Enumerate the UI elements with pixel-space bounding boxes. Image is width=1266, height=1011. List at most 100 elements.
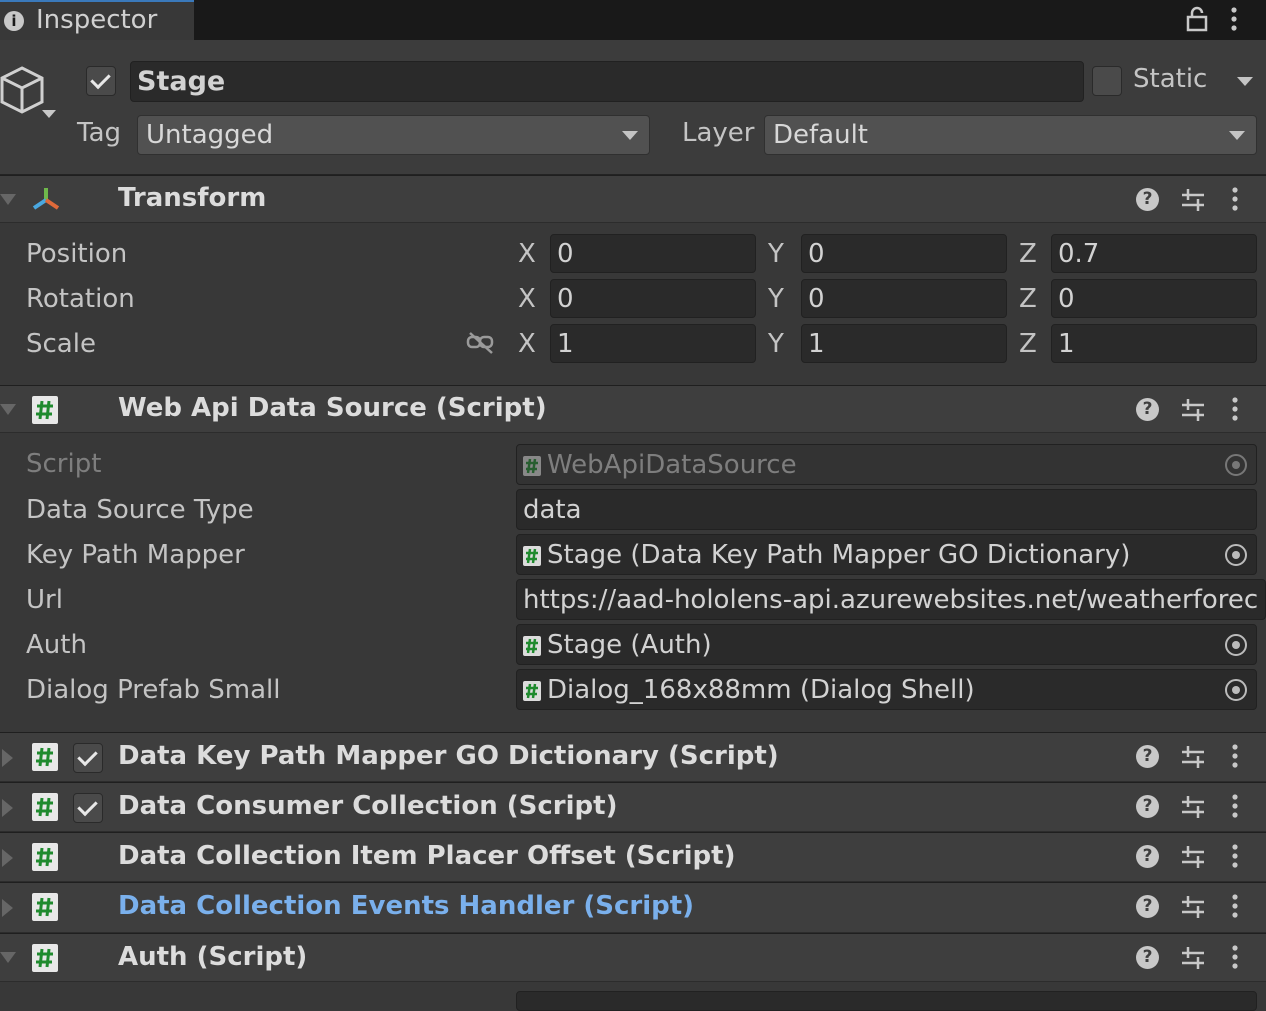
active-checkbox[interactable]: [86, 66, 116, 96]
url-field[interactable]: https://aad-hololens-api.azurewebsites.n…: [516, 579, 1266, 620]
fold-arrow-icon[interactable]: [2, 799, 13, 817]
position-x-value: 0: [557, 239, 574, 269]
layer-label: Layer: [682, 118, 755, 148]
presets-icon[interactable]: [1180, 743, 1206, 778]
position-z-field[interactable]: 0.7: [1051, 234, 1257, 273]
axis-y-label: Y: [768, 329, 784, 359]
presets-icon[interactable]: [1180, 793, 1206, 828]
chevron-down-icon: [1229, 131, 1245, 140]
script-icon: [523, 635, 541, 656]
rotation-y-field[interactable]: 0: [801, 279, 1007, 318]
script-field: WebApiDataSource: [516, 444, 1257, 485]
help-icon[interactable]: ?: [1136, 398, 1159, 421]
scale-x-field[interactable]: 1: [550, 324, 756, 363]
axis-y-label: Y: [768, 284, 784, 314]
object-picker-icon[interactable]: [1225, 544, 1247, 566]
dialog-prefab-small-value: Dialog_168x88mm (Dialog Shell): [547, 675, 975, 705]
fold-arrow-icon[interactable]: [2, 899, 13, 917]
component-menu-icon[interactable]: [1230, 793, 1240, 828]
axis-z-label: Z: [1019, 329, 1037, 359]
component-title: Data Collection Events Handler (Script): [118, 891, 695, 921]
fold-arrow-icon[interactable]: [2, 749, 13, 767]
data-source-type-field[interactable]: data: [516, 489, 1257, 530]
component-menu-icon[interactable]: [1230, 893, 1240, 928]
axis-z-label: Z: [1019, 239, 1037, 269]
position-z-value: 0.7: [1058, 239, 1100, 269]
component-title: Transform: [118, 183, 267, 213]
help-icon[interactable]: ?: [1136, 845, 1159, 868]
position-y-field[interactable]: 0: [801, 234, 1007, 273]
component-menu-icon[interactable]: [1230, 396, 1240, 431]
rotation-y-value: 0: [808, 284, 825, 314]
tag-dropdown[interactable]: Untagged: [137, 115, 650, 155]
component-header-consumer-collection[interactable]: Data Consumer Collection (Script) ?: [0, 782, 1266, 832]
layer-dropdown[interactable]: Default: [764, 115, 1257, 155]
component-header-item-placer-offset[interactable]: Data Collection Item Placer Offset (Scri…: [0, 832, 1266, 882]
fold-arrow-icon[interactable]: [0, 194, 16, 205]
presets-icon[interactable]: [1180, 944, 1206, 979]
position-x-field[interactable]: 0: [550, 234, 756, 273]
fold-arrow-icon[interactable]: [0, 404, 16, 415]
data-source-type-label: Data Source Type: [26, 495, 254, 525]
gameobject-header: Stage Static Tag Untagged Layer Default: [0, 40, 1266, 176]
fold-arrow-icon[interactable]: [0, 952, 16, 963]
static-label: Static: [1133, 64, 1208, 94]
presets-icon[interactable]: [1180, 396, 1206, 431]
component-header-auth[interactable]: Auth (Script) ?: [0, 933, 1266, 982]
info-icon: i: [4, 11, 24, 31]
axis-x-label: X: [518, 239, 536, 269]
layer-value: Default: [773, 120, 868, 150]
auth-body-field[interactable]: [516, 991, 1257, 1011]
constrain-proportions-icon[interactable]: [466, 331, 496, 362]
tag-value: Untagged: [146, 120, 274, 150]
scale-y-field[interactable]: 1: [801, 324, 1007, 363]
help-icon[interactable]: ?: [1136, 745, 1159, 768]
component-menu-icon[interactable]: [1230, 743, 1240, 778]
help-icon[interactable]: ?: [1136, 946, 1159, 969]
object-picker-icon[interactable]: [1225, 679, 1247, 701]
data-source-type-value: data: [523, 495, 582, 525]
static-dropdown-icon[interactable]: [1237, 77, 1253, 86]
rotation-x-value: 0: [557, 284, 574, 314]
help-icon[interactable]: ?: [1136, 795, 1159, 818]
rotation-z-field[interactable]: 0: [1051, 279, 1257, 318]
scale-z-field[interactable]: 1: [1051, 324, 1257, 363]
component-menu-icon[interactable]: [1230, 843, 1240, 878]
presets-icon[interactable]: [1180, 186, 1206, 221]
transform-header[interactable]: Transform ?: [0, 175, 1266, 223]
help-icon[interactable]: ?: [1136, 895, 1159, 918]
static-checkbox[interactable]: [1092, 66, 1122, 96]
enabled-checkbox[interactable]: [73, 743, 103, 773]
component-title: Data Consumer Collection (Script): [118, 791, 618, 821]
component-menu-icon[interactable]: [1230, 186, 1240, 221]
script-icon: [32, 893, 58, 921]
webapi-body: Script WebApiDataSource Data Source Type…: [0, 433, 1266, 731]
lock-icon[interactable]: [1186, 6, 1208, 39]
url-label: Url: [26, 585, 63, 615]
scale-z-value: 1: [1058, 329, 1075, 359]
tab-inspector[interactable]: i Inspector: [0, 0, 194, 41]
fold-arrow-icon[interactable]: [2, 849, 13, 867]
rotation-x-field[interactable]: 0: [550, 279, 756, 318]
auth-field[interactable]: Stage (Auth): [516, 624, 1257, 665]
key-path-mapper-field[interactable]: Stage (Data Key Path Mapper GO Dictionar…: [516, 534, 1257, 575]
presets-icon[interactable]: [1180, 843, 1206, 878]
gameobject-cube-icon[interactable]: [0, 64, 60, 131]
tab-menu-icon[interactable]: [1229, 6, 1239, 41]
presets-icon[interactable]: [1180, 893, 1206, 928]
scale-label: Scale: [26, 329, 96, 359]
webapi-header[interactable]: Web Api Data Source (Script) ?: [0, 385, 1266, 433]
enabled-checkbox[interactable]: [73, 793, 103, 823]
script-icon: [32, 793, 58, 821]
component-menu-icon[interactable]: [1230, 944, 1240, 979]
object-picker-icon[interactable]: [1225, 634, 1247, 656]
name-field[interactable]: Stage: [130, 61, 1084, 102]
rotation-label: Rotation: [26, 284, 135, 314]
help-icon[interactable]: ?: [1136, 188, 1159, 211]
component-title: Auth (Script): [118, 942, 308, 972]
component-title: Data Collection Item Placer Offset (Scri…: [118, 841, 736, 871]
position-label: Position: [26, 239, 128, 269]
component-header-events-handler[interactable]: Data Collection Events Handler (Script) …: [0, 882, 1266, 933]
dialog-prefab-small-field[interactable]: Dialog_168x88mm (Dialog Shell): [516, 669, 1257, 710]
component-header-key-path-mapper[interactable]: Data Key Path Mapper GO Dictionary (Scri…: [0, 732, 1266, 782]
